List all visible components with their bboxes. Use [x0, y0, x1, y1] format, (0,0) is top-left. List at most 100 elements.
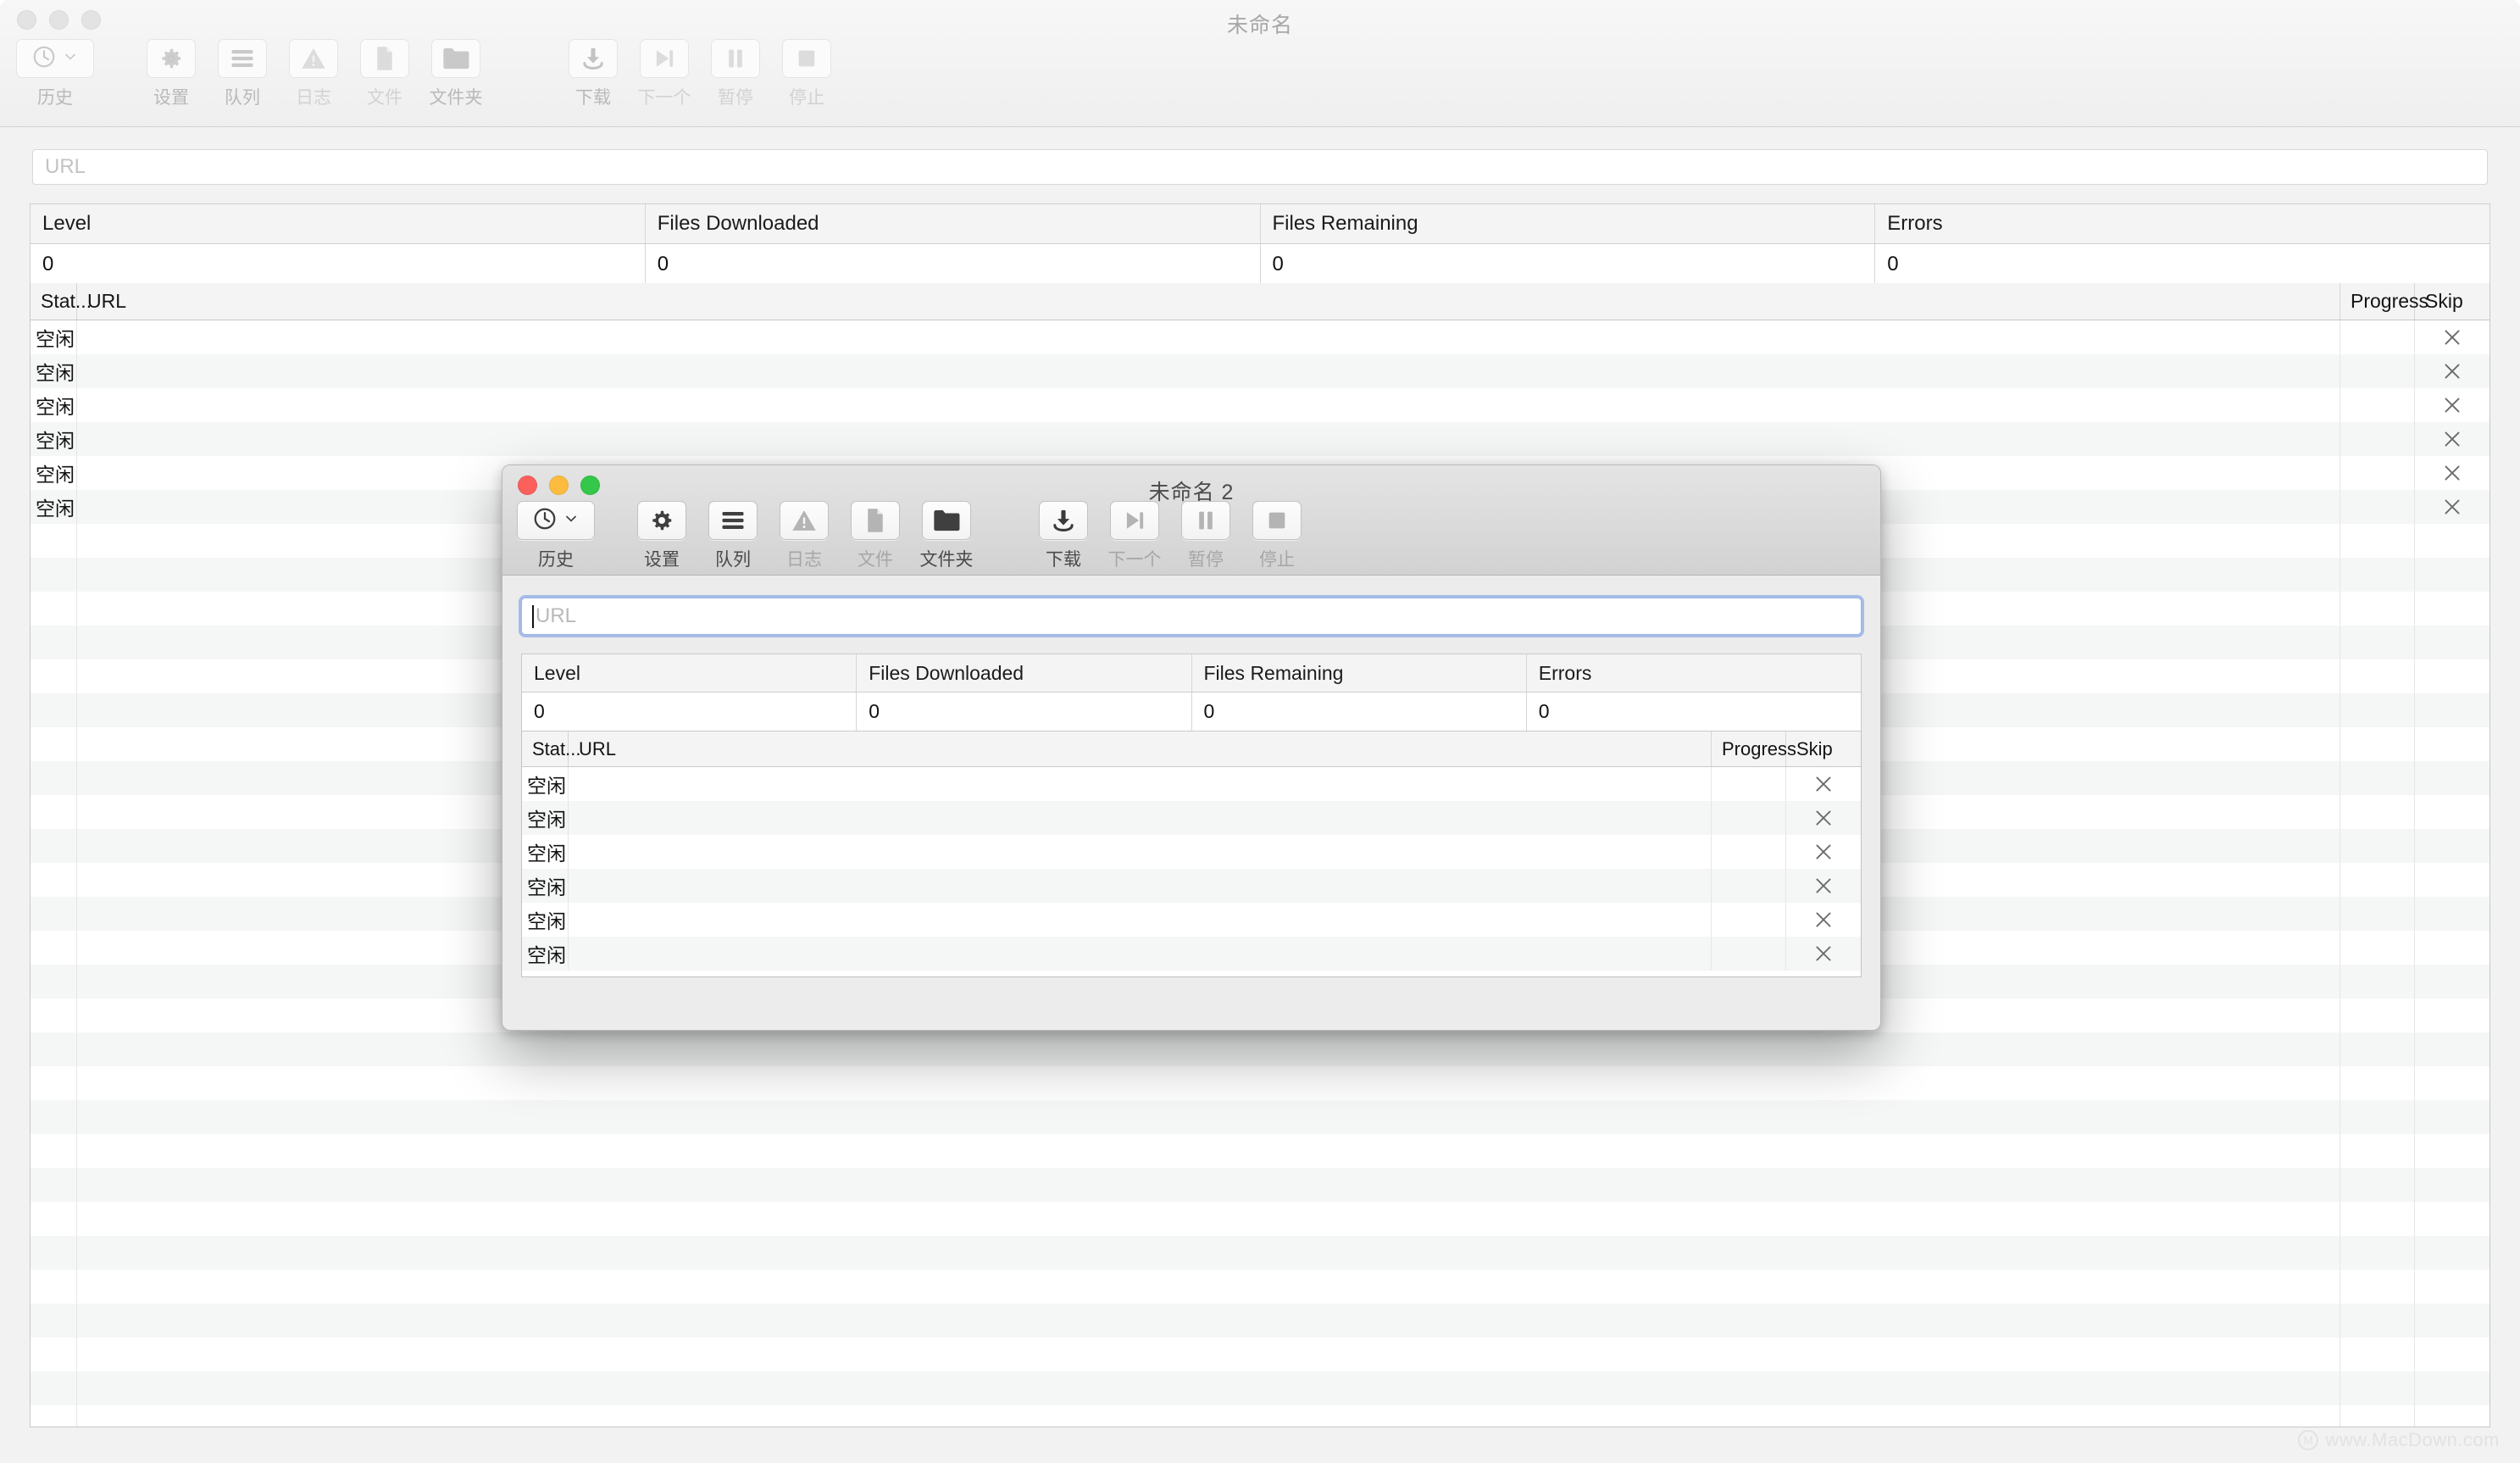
table-row[interactable] — [31, 1032, 2489, 1066]
toolbar-next-modal[interactable]: 下一个 — [1099, 501, 1170, 571]
table-row[interactable] — [31, 1100, 2489, 1134]
modal-toolbar: 历史 设置 队列 日志 文件 文件夹 下载 下一个 暂停 停止 — [502, 501, 1880, 571]
row-skip-button[interactable] — [1786, 903, 1861, 937]
row-skip-button[interactable] — [2415, 388, 2489, 422]
toolbar-history-background[interactable]: 历史 — [8, 39, 102, 109]
row-skip-button[interactable] — [1786, 835, 1861, 869]
file-button-modal[interactable] — [851, 501, 900, 540]
toolbar-file-modal[interactable]: 文件 — [840, 501, 911, 571]
row-skip-button[interactable] — [2415, 490, 2489, 524]
queue-header-progress-modal[interactable]: Progress — [1712, 732, 1796, 766]
toolbar-file-background[interactable]: 文件 — [349, 39, 420, 109]
row-skip-button[interactable] — [1786, 801, 1861, 835]
table-row[interactable]: 空闲 — [522, 767, 1861, 801]
table-row[interactable]: 空闲 — [31, 422, 2489, 456]
table-row[interactable]: 空闲 — [522, 903, 1861, 937]
table-row[interactable] — [31, 1405, 2489, 1427]
file-button[interactable] — [360, 39, 409, 78]
table-row[interactable]: 空闲 — [522, 835, 1861, 869]
row-skip-button[interactable] — [1786, 869, 1861, 903]
toolbar-download-background[interactable]: 下载 — [558, 39, 629, 109]
row-skip-button[interactable] — [1786, 937, 1861, 971]
table-row[interactable] — [31, 1304, 2489, 1338]
queue-button[interactable] — [218, 39, 267, 78]
table-row[interactable] — [31, 1134, 2489, 1168]
toolbar-settings-background[interactable]: 设置 — [136, 39, 207, 109]
next-button[interactable] — [640, 39, 689, 78]
skip-x-icon[interactable] — [1812, 841, 1834, 863]
table-row[interactable] — [31, 1066, 2489, 1100]
queue-header-progress[interactable]: Progress — [2340, 283, 2428, 320]
table-row[interactable]: 空闲 — [31, 320, 2489, 354]
table-row[interactable] — [31, 1338, 2489, 1371]
table-row[interactable] — [31, 1168, 2489, 1202]
skip-x-icon[interactable] — [2441, 428, 2463, 450]
toolbar-pause-modal[interactable]: 暂停 — [1170, 501, 1241, 571]
table-row[interactable]: 空闲 — [522, 801, 1861, 835]
toolbar-log-background[interactable]: 日志 — [278, 39, 349, 109]
settings-button-modal[interactable] — [637, 501, 686, 540]
skip-x-icon[interactable] — [2441, 360, 2463, 382]
toolbar-stop-modal[interactable]: 停止 — [1241, 501, 1313, 571]
row-skip-button[interactable] — [2415, 422, 2489, 456]
skip-x-icon[interactable] — [2441, 326, 2463, 348]
toolbar-download-modal[interactable]: 下载 — [1028, 501, 1099, 571]
skip-x-icon[interactable] — [1812, 807, 1834, 829]
toolbar-folder-modal[interactable]: 文件夹 — [911, 501, 982, 571]
row-skip-button[interactable] — [2415, 320, 2489, 354]
queue-header-status-modal[interactable]: Stat... — [522, 732, 580, 766]
row-skip-button[interactable] — [2415, 354, 2489, 388]
folder-button-modal[interactable] — [922, 501, 971, 540]
url-input-background[interactable]: URL — [32, 149, 2488, 185]
queue-table-modal[interactable]: Stat... URL Progress Skip 空闲 空闲 空闲 空闲 空闲 空闲 — [521, 732, 1862, 977]
skip-x-icon[interactable] — [1812, 875, 1834, 897]
table-row[interactable]: 空闲 — [31, 354, 2489, 388]
skip-x-icon[interactable] — [2441, 394, 2463, 416]
toolbar-pause-background[interactable]: 暂停 — [700, 39, 771, 109]
history-button-modal[interactable] — [517, 501, 595, 540]
skip-x-icon[interactable] — [1812, 943, 1834, 965]
skip-x-icon[interactable] — [2441, 462, 2463, 484]
folder-button[interactable] — [431, 39, 480, 78]
toolbar-queue-modal[interactable]: 队列 — [697, 501, 769, 571]
skip-x-icon[interactable] — [1812, 909, 1834, 931]
toolbar-history-modal[interactable]: 历史 — [509, 501, 602, 571]
url-input-modal[interactable]: URL — [519, 595, 1864, 637]
modal-window[interactable]: 未命名 2 历史 设置 队列 日志 文件 文件夹 下载 下一个 暂停 停止 UR… — [502, 464, 1881, 1031]
toolbar-settings-modal[interactable]: 设置 — [626, 501, 697, 571]
queue-header-skip-modal[interactable]: Skip — [1786, 732, 1861, 766]
toolbar-next-background[interactable]: 下一个 — [629, 39, 700, 109]
toolbar-log-modal[interactable]: 日志 — [769, 501, 840, 571]
download-button[interactable] — [569, 39, 618, 78]
log-button[interactable] — [289, 39, 338, 78]
next-button-modal[interactable] — [1110, 501, 1159, 540]
skip-x-icon[interactable] — [1812, 773, 1834, 795]
stop-button-modal[interactable] — [1252, 501, 1302, 540]
table-row[interactable] — [31, 1270, 2489, 1304]
queue-button-modal[interactable] — [708, 501, 758, 540]
pause-button-modal[interactable] — [1181, 501, 1230, 540]
log-button-modal[interactable] — [780, 501, 829, 540]
pause-button[interactable] — [711, 39, 760, 78]
settings-button[interactable] — [147, 39, 196, 78]
table-row[interactable] — [31, 1371, 2489, 1405]
row-skip-button[interactable] — [1786, 767, 1861, 801]
queue-header-status[interactable]: Stat... — [31, 283, 92, 320]
row-skip-cell — [2415, 592, 2489, 626]
table-row[interactable]: 空闲 — [522, 937, 1861, 971]
table-row[interactable]: 空闲 — [31, 388, 2489, 422]
stop-button[interactable] — [782, 39, 831, 78]
toolbar-stop-background[interactable]: 停止 — [771, 39, 842, 109]
table-row[interactable] — [31, 1236, 2489, 1270]
skip-x-icon[interactable] — [2441, 496, 2463, 518]
row-skip-button[interactable] — [2415, 456, 2489, 490]
toolbar-folder-background[interactable]: 文件夹 — [420, 39, 491, 109]
queue-header-url-modal[interactable]: URL — [569, 732, 1712, 766]
history-button[interactable] — [16, 39, 94, 78]
download-button-modal[interactable] — [1039, 501, 1088, 540]
table-row[interactable] — [31, 1202, 2489, 1236]
toolbar-queue-background[interactable]: 队列 — [207, 39, 278, 109]
queue-header-url[interactable]: URL — [77, 283, 2340, 320]
table-row[interactable]: 空闲 — [522, 869, 1861, 903]
queue-header-skip[interactable]: Skip — [2415, 283, 2489, 320]
